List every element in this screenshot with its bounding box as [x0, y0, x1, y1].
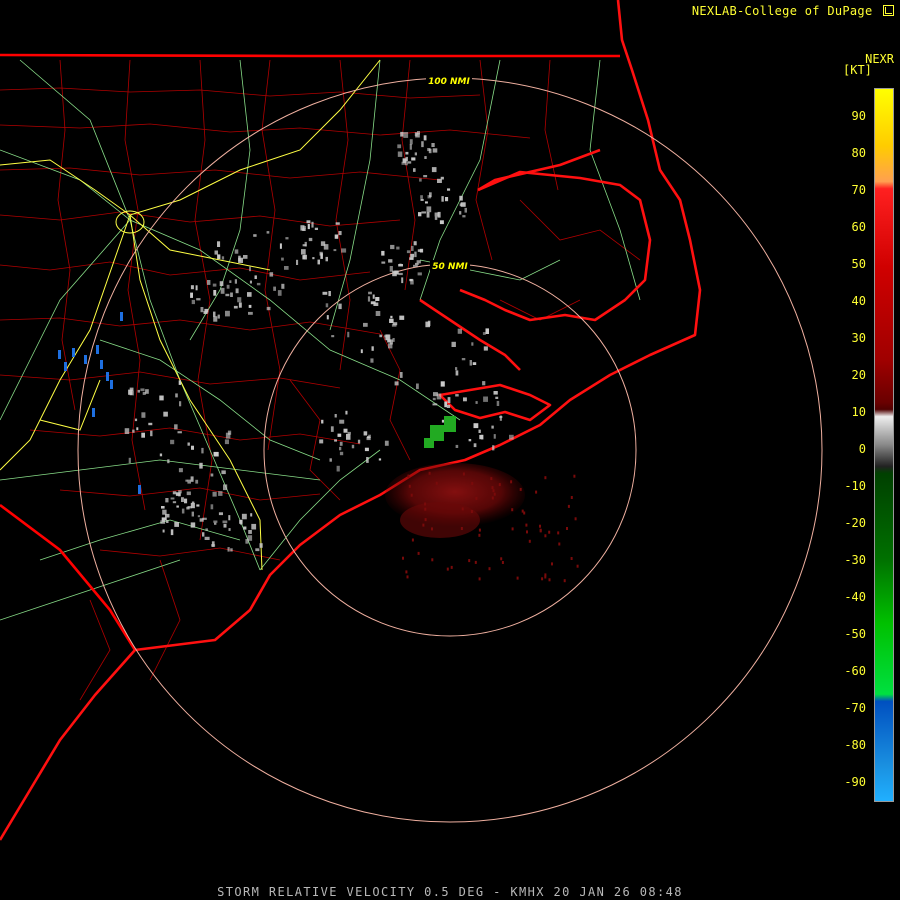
colorbar-tick-label: 10: [851, 405, 866, 419]
green-velocity-echoes: [424, 416, 456, 448]
range-ring-50-label: 50 NMI: [432, 262, 468, 272]
range-ring-100-label: 100 NMI: [428, 77, 470, 87]
range-ring-labels: 100 NMI 50 NMI: [426, 75, 472, 272]
inbound-velocity-echoes: [385, 463, 579, 583]
scale-unit: [KT]: [843, 63, 872, 77]
colorbar-tick-label: 70: [851, 183, 866, 197]
credit-text: NEXLAB-College of DuPage: [692, 4, 894, 18]
colorbar-tick-label: -60: [844, 664, 866, 678]
radar-map: 100 NMI 50 NMI: [0, 0, 823, 841]
colorbar-tick-label: 20: [851, 368, 866, 382]
colorbar-tick-label: 80: [851, 146, 866, 160]
state-borders: [0, 53, 620, 651]
dupage-logo-icon: [883, 5, 894, 16]
colorbar-tick-label: -50: [844, 627, 866, 641]
colorbar-tick-label: -90: [844, 775, 866, 789]
credit-label: NEXLAB-College of DuPage: [691, 4, 873, 18]
velocity-colorbar: [874, 88, 894, 802]
colorbar-tick-label: 50: [851, 257, 866, 271]
colorbar-tick-label: -10: [844, 479, 866, 493]
outbound-velocity-echoes: [58, 312, 141, 494]
colorbar-tick-label: -40: [844, 590, 866, 604]
highways: [0, 59, 641, 621]
coastline: [0, 0, 702, 841]
colorbar-tick-label: 40: [851, 294, 866, 308]
colorbar-tick-label: -30: [844, 553, 866, 567]
product-caption: STORM RELATIVE VELOCITY 0.5 DEG - KMHX 2…: [217, 885, 683, 899]
colorbar-tick-label: 90: [851, 109, 866, 123]
colorbar-tick-label: -70: [844, 701, 866, 715]
county-borders: [0, 59, 641, 701]
colorbar-tick-label: 30: [851, 331, 866, 345]
colorbar-tick-label: 0: [858, 442, 866, 456]
colorbar-tick-label: -20: [844, 516, 866, 530]
colorbar-tick-label: -80: [844, 738, 866, 752]
colorbar-tick-label: 60: [851, 220, 866, 234]
